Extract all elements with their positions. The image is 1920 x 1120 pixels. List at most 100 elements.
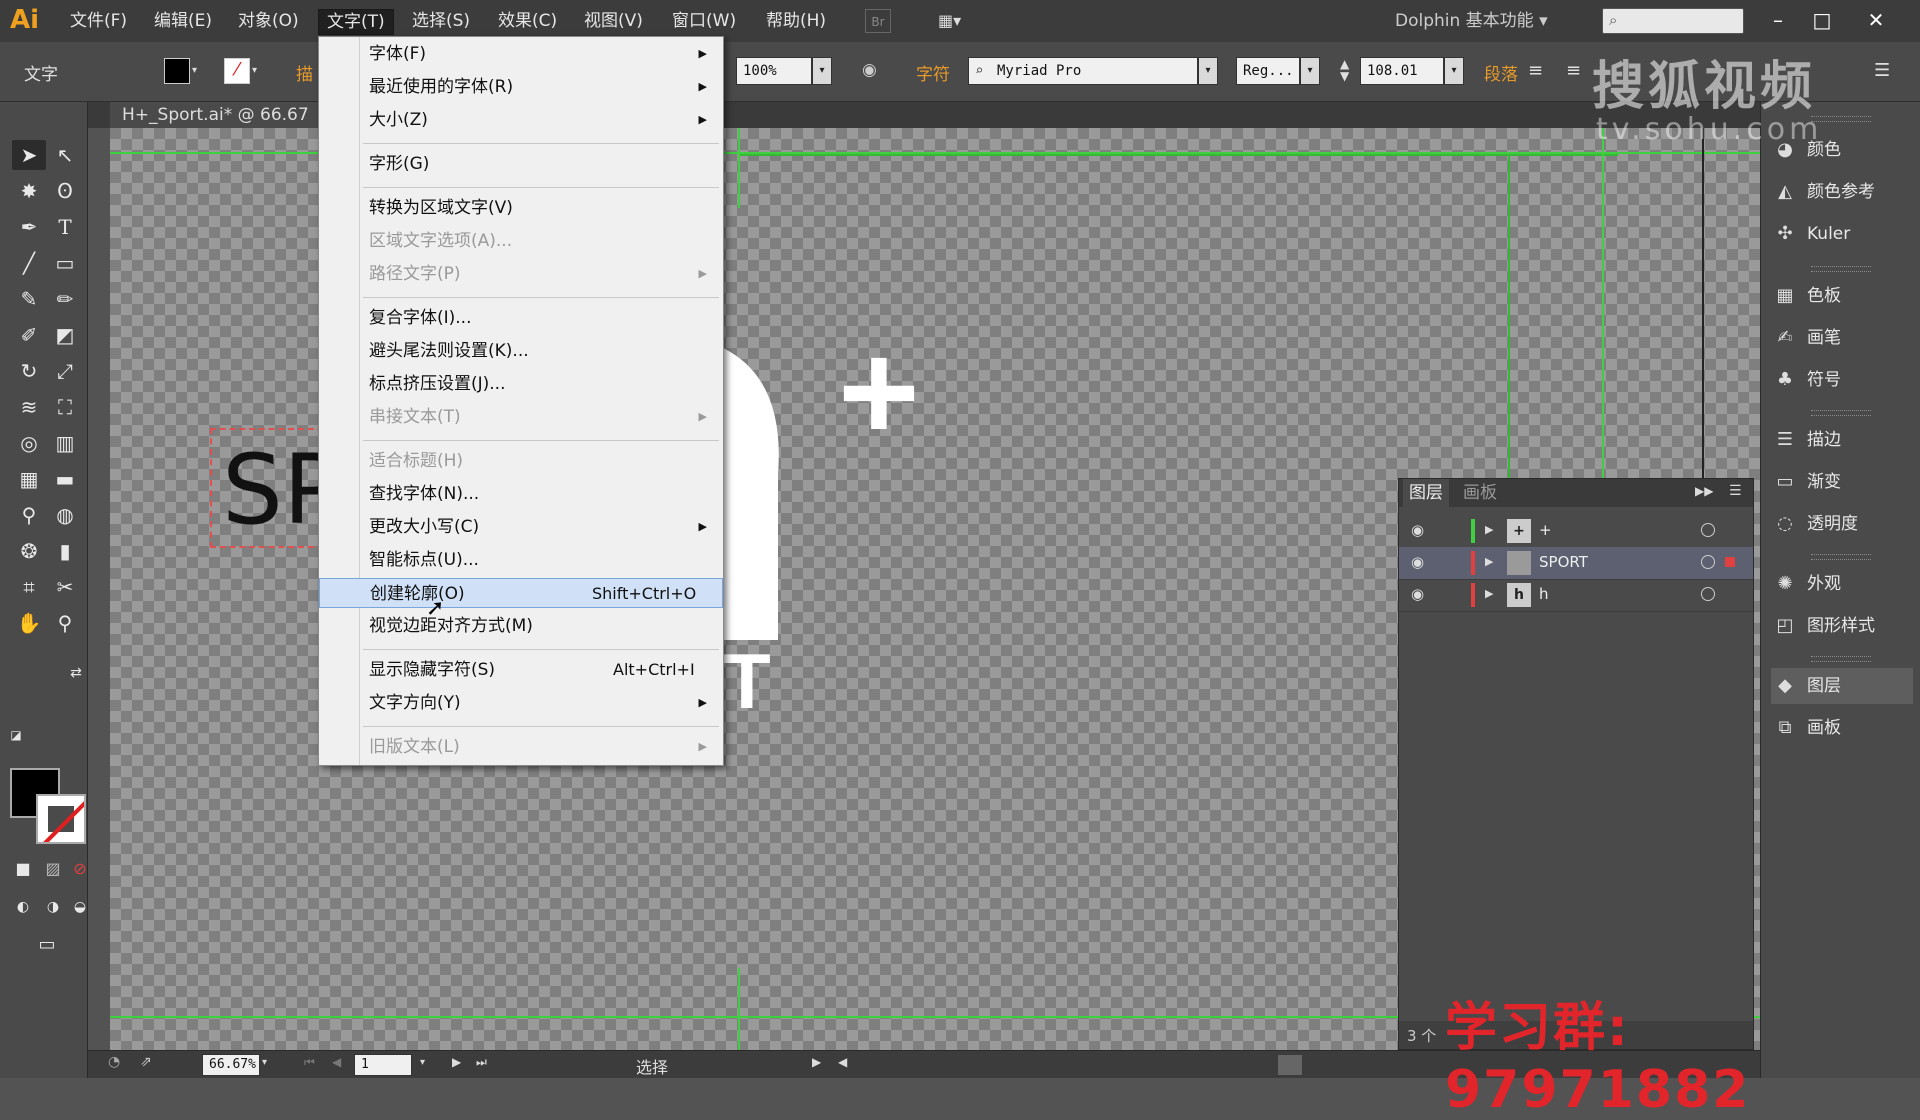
lasso-tool-icon[interactable]: ʘ: [48, 176, 82, 206]
selection-tool-icon[interactable]: ➤: [12, 140, 46, 170]
arrange-documents-icon[interactable]: Br: [865, 9, 891, 33]
direct-selection-tool-icon[interactable]: ↖: [48, 140, 82, 170]
menu-item-convert-to-area-type[interactable]: 转换为区域文字(V): [319, 193, 723, 223]
collapse-panel-icon[interactable]: ▶▶: [1695, 484, 1713, 498]
font-style-dropdown-icon[interactable]: ▾: [1300, 57, 1320, 85]
menu-item-kinsoku-settings[interactable]: 避头尾法则设置(K)...: [319, 336, 723, 366]
stroke-none-swatch[interactable]: ⁄: [224, 58, 250, 84]
dock-graphic-styles[interactable]: ◰ 图形样式: [1771, 608, 1913, 644]
stroke-dropdown-icon[interactable]: ▾: [252, 58, 266, 84]
rotate-tool-icon[interactable]: ↻: [12, 356, 46, 386]
status-mode-label[interactable]: 选择: [636, 1054, 668, 1078]
visibility-eye-icon[interactable]: ◉: [1411, 553, 1424, 571]
layer-target-icon[interactable]: [1701, 587, 1715, 601]
draw-inside-icon[interactable]: ◒: [72, 892, 88, 922]
draw-behind-icon[interactable]: ◑: [42, 892, 64, 922]
blend-tool-icon[interactable]: ◍: [48, 500, 82, 530]
font-family-dropdown-icon[interactable]: ▾: [1198, 57, 1218, 85]
menu-window[interactable]: 窗口(W): [664, 9, 744, 33]
shape-builder-tool-icon[interactable]: ◎: [12, 428, 46, 458]
expand-triangle-icon[interactable]: ▶: [1485, 587, 1493, 600]
share-icon[interactable]: ⇗: [140, 1054, 152, 1070]
zoom-dropdown-icon[interactable]: ▾: [262, 1057, 267, 1068]
magic-wand-tool-icon[interactable]: ✸: [12, 176, 46, 206]
menu-effect[interactable]: 效果(C): [490, 9, 565, 33]
dock-gradient[interactable]: ▭ 渐变: [1771, 464, 1913, 500]
menu-object[interactable]: 对象(O): [230, 9, 307, 33]
menu-item-glyphs[interactable]: 字形(G): [319, 149, 723, 179]
workspace-switcher[interactable]: Dolphin 基本功能 ▾: [1395, 9, 1548, 33]
layer-row[interactable]: ◉ ▶ SPORT: [1399, 547, 1753, 580]
maximize-button[interactable]: □: [1802, 2, 1842, 38]
stroke-color-box[interactable]: [36, 794, 86, 844]
font-family-field[interactable]: ⌕ Myriad Pro: [968, 57, 1198, 85]
panel-menu-icon[interactable]: ☰: [1874, 60, 1890, 81]
horizontal-scrollbar-thumb[interactable]: [1278, 1055, 1302, 1075]
menu-item-optical-margin-alignment[interactable]: 视觉边距对齐方式(M): [319, 611, 723, 641]
font-style-field[interactable]: Reg...: [1236, 57, 1300, 85]
workspace-layout-icon[interactable]: ▦▾: [938, 9, 978, 33]
menu-view[interactable]: 视图(V): [576, 9, 651, 33]
expand-triangle-icon[interactable]: ▶: [1485, 523, 1493, 536]
free-transform-tool-icon[interactable]: ⛶: [48, 392, 82, 422]
character-panel-link[interactable]: 字符: [916, 60, 950, 85]
dock-brushes[interactable]: ✍ 画笔: [1771, 320, 1913, 356]
layers-panel-menu-icon[interactable]: ☰: [1729, 483, 1742, 499]
blob-brush-tool-icon[interactable]: ✐: [12, 320, 46, 350]
close-button[interactable]: ✕: [1856, 2, 1896, 38]
menu-item-size[interactable]: 大小(Z) ▶: [319, 105, 723, 135]
layer-target-icon[interactable]: [1701, 523, 1715, 537]
visibility-eye-icon[interactable]: ◉: [1411, 585, 1424, 603]
menu-select[interactable]: 选择(S): [404, 9, 478, 33]
help-search-input[interactable]: ⌕: [1602, 8, 1744, 34]
dock-transparency[interactable]: ◌ 透明度: [1771, 506, 1913, 542]
align-center-icon[interactable]: ≡: [1566, 60, 1581, 81]
symbol-sprayer-tool-icon[interactable]: ❂: [12, 536, 46, 566]
fill-dropdown-icon[interactable]: ▾: [192, 58, 206, 84]
artboard-tool-icon[interactable]: ⌗: [12, 572, 46, 602]
last-artboard-icon[interactable]: ⏭: [476, 1055, 487, 1070]
dock-artboards[interactable]: ⧉ 画板: [1771, 710, 1913, 746]
dock-color-guide[interactable]: ◭ 颜色参考: [1771, 174, 1913, 210]
hand-tool-icon[interactable]: ✋: [12, 608, 46, 638]
tab-layers[interactable]: 图层: [1403, 479, 1449, 507]
menu-edit[interactable]: 编辑(E): [146, 9, 220, 33]
slice-tool-icon[interactable]: ✂: [48, 572, 82, 602]
gradient-tool-icon[interactable]: ▬: [48, 464, 82, 494]
column-graph-tool-icon[interactable]: ▮: [48, 536, 82, 566]
menu-item-change-case[interactable]: 更改大小写(C) ▶: [319, 512, 723, 542]
recolor-icon[interactable]: ◉: [862, 60, 877, 80]
expand-triangle-icon[interactable]: ▶: [1485, 555, 1493, 568]
menu-item-smart-punctuation[interactable]: 智能标点(U)...: [319, 545, 723, 575]
menu-item-mojikumi-settings[interactable]: 标点挤压设置(J)...: [319, 369, 723, 399]
eraser-tool-icon[interactable]: ◩: [48, 320, 82, 350]
menu-item-recent-fonts[interactable]: 最近使用的字体(R) ▶: [319, 72, 723, 102]
tab-artboards[interactable]: 画板: [1457, 479, 1503, 507]
minimize-button[interactable]: –: [1758, 2, 1798, 38]
document-tab[interactable]: H+_Sport.ai* @ 66.67: [110, 102, 321, 128]
gradient-mode-icon[interactable]: ▨: [42, 854, 64, 884]
dock-appearance[interactable]: ✺ 外观: [1771, 566, 1913, 602]
dock-symbols[interactable]: ♣ 符号: [1771, 362, 1913, 398]
zoom-tool-icon[interactable]: ⚲: [48, 608, 82, 638]
zoom-field[interactable]: 66.67%: [202, 1054, 260, 1076]
scale-tool-icon[interactable]: ⤢: [48, 356, 82, 386]
type-tool-icon[interactable]: T: [48, 212, 82, 242]
font-size-dropdown-icon[interactable]: ▾: [1444, 57, 1464, 85]
dock-kuler[interactable]: ✣ Kuler: [1771, 216, 1913, 252]
layer-row[interactable]: ◉ ▶ h h: [1399, 579, 1753, 612]
eyedropper-tool-icon[interactable]: ⚲: [12, 500, 46, 530]
menu-item-find-font[interactable]: 查找字体(N)...: [319, 479, 723, 509]
screen-mode-icon[interactable]: ▭: [30, 930, 64, 960]
dock-swatches[interactable]: ▦ 色板: [1771, 278, 1913, 314]
mesh-tool-icon[interactable]: ▦: [12, 464, 46, 494]
dock-layers[interactable]: ◆ 图层: [1771, 668, 1913, 704]
artboard-number-field[interactable]: 1: [354, 1054, 412, 1076]
paragraph-panel-link[interactable]: 段落: [1484, 60, 1518, 85]
pencil-tool-icon[interactable]: ✏: [48, 284, 82, 314]
color-mode-icon[interactable]: ■: [12, 854, 34, 884]
menu-item-show-hidden-characters[interactable]: 显示隐藏字符(S) Alt+Ctrl+I: [319, 655, 723, 685]
scroll-left-icon[interactable]: ◀: [838, 1055, 847, 1069]
gpu-preview-icon[interactable]: ◔: [108, 1054, 120, 1070]
menu-item-type-orientation[interactable]: 文字方向(Y) ▶: [319, 688, 723, 718]
